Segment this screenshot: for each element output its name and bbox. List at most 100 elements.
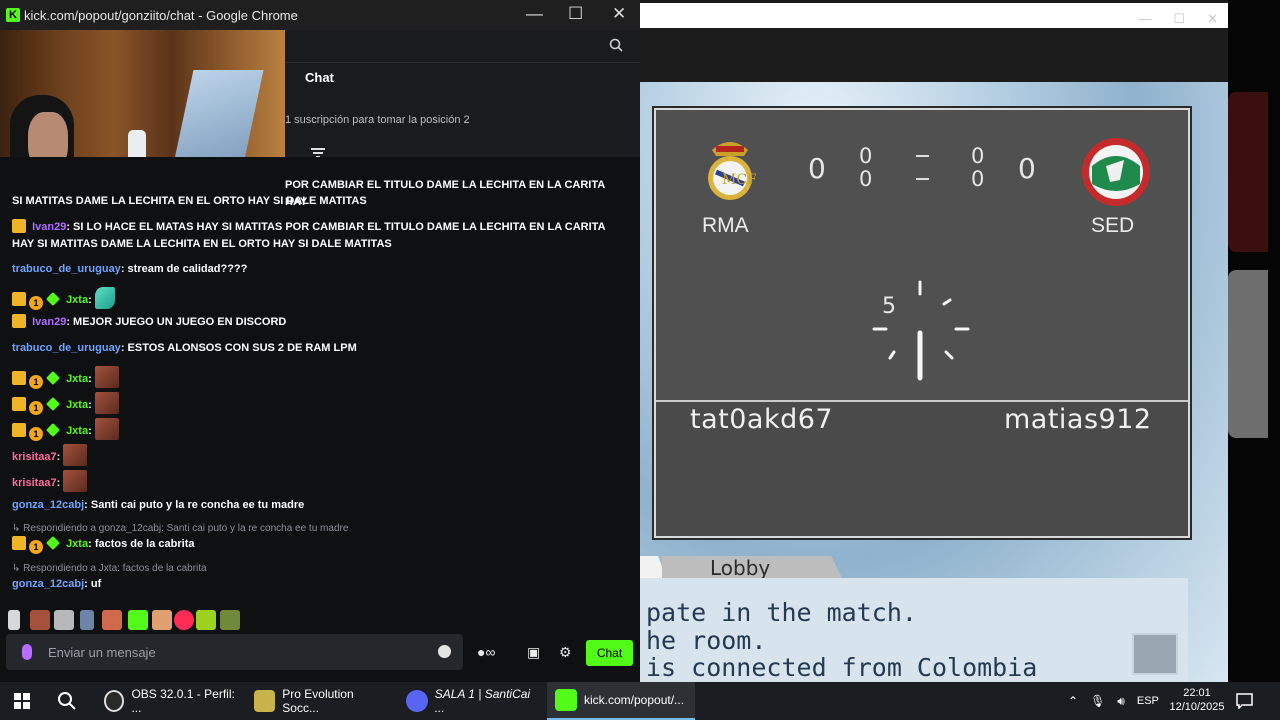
- home-team-abbr: RMA: [702, 214, 749, 237]
- sub-months-badge-icon: 1: [29, 375, 43, 389]
- scoreboard-players: tat0akd67 matias912: [656, 400, 1188, 536]
- chat-username[interactable]: gonza_12cabj: [12, 499, 84, 511]
- volume-icon[interactable]: 🔊︎: [1117, 694, 1125, 709]
- chat-username[interactable]: Ivan29: [32, 221, 66, 233]
- chat-message: Ivan29: MEJOR JUEGO UN JUEGO EN DISCORD: [12, 314, 627, 331]
- chat-message: 1 Jxta:: [12, 287, 627, 310]
- emote-icon[interactable]: [102, 610, 122, 630]
- send-chat-button[interactable]: Chat: [586, 640, 633, 666]
- chrome-titlebar[interactable]: K kick.com/popout/gonziito/chat - Google…: [0, 0, 640, 30]
- kick-icon: [555, 689, 577, 711]
- emote-icon[interactable]: [8, 610, 20, 630]
- maximize-button[interactable]: ☐: [568, 4, 583, 24]
- minimize-icon[interactable]: —: [1138, 11, 1151, 26]
- microphone-icon[interactable]: 🎙︎: [1090, 694, 1105, 708]
- player-right-name: matias912: [1004, 404, 1152, 435]
- chat-message-text: ESTOS ALONSOS CON SUS 2 DE RAM LPM: [127, 342, 357, 354]
- taskbar-item-discord[interactable]: SALA 1 | SantiCai ...: [402, 682, 542, 720]
- face-emote-icon: [94, 418, 119, 440]
- chat-header: Chat 1 suscripción para tomar la posició…: [285, 30, 640, 158]
- chat-message: 1 Jxta:: [12, 418, 627, 441]
- chat-message-text: Santi cai puto y la re concha ee tu madr…: [90, 499, 305, 511]
- quick-emote-bar: [0, 602, 640, 632]
- taskbar-item-pes[interactable]: Pro Evolution Socc...: [250, 682, 390, 720]
- scoreboard-panel: MCF RMA 0 0 0 0 0 0 SED 5 tat0akd67 mati…: [652, 106, 1192, 540]
- chat-message-text: factos de la cabrita: [94, 538, 195, 550]
- store-icon[interactable]: ▣: [527, 644, 540, 661]
- chat-username[interactable]: trabuco_de_uruguay: [12, 342, 121, 354]
- game-top-bar: [640, 28, 1228, 82]
- header-divider: [285, 62, 640, 63]
- lobby-message-line: is connected from Colombia: [646, 653, 1038, 682]
- minimize-button[interactable]: —: [526, 4, 543, 24]
- notifications-icon[interactable]: [1236, 693, 1253, 709]
- crown-badge-icon: [12, 371, 26, 385]
- background-panel: [1228, 92, 1268, 252]
- window-title: kick.com/popout/gonziito/chat - Google C…: [24, 8, 298, 23]
- emote-icon[interactable]: [30, 610, 50, 630]
- emoji-picker-icon[interactable]: [438, 645, 451, 658]
- lobby-message-line: pate in the match.: [646, 598, 917, 627]
- away-sub-score-top: 0: [971, 144, 985, 168]
- chat-username[interactable]: Jxta: [66, 373, 88, 385]
- chat-username[interactable]: Jxta: [66, 399, 88, 411]
- chat-username[interactable]: trabuco_de_uruguay: [12, 263, 121, 275]
- close-icon[interactable]: ✕: [1207, 11, 1218, 27]
- search-icon[interactable]: [609, 38, 623, 52]
- emote-icon[interactable]: [80, 610, 94, 630]
- language-indicator[interactable]: ESP: [1137, 695, 1159, 707]
- face-emote-icon: [94, 392, 119, 414]
- chat-username[interactable]: Jxta: [66, 538, 88, 550]
- chat-message-input[interactable]: [6, 634, 463, 670]
- game-window[interactable]: — ☐ ✕ MCF RMA 0 0 0 0 0 0 SED 5 tat0akd6…: [640, 0, 1228, 682]
- chat-message: trabuco_de_uruguay: stream de calidad???…: [12, 263, 248, 275]
- game-titlebar[interactable]: — ☐ ✕: [640, 3, 1228, 28]
- scoreboard-top: MCF RMA 0 0 0 0 0 0 SED 5: [656, 110, 1188, 400]
- score-separator: [916, 155, 929, 157]
- chat-title: Chat: [305, 70, 334, 85]
- emote-icon[interactable]: [220, 610, 240, 630]
- emote-icon[interactable]: [54, 610, 74, 630]
- game-background: MCF RMA 0 0 0 0 0 0 SED 5 tat0akd67 mati…: [640, 82, 1228, 682]
- emote-icon[interactable]: [196, 610, 216, 630]
- emote-icon[interactable]: [152, 610, 172, 630]
- chrome-window[interactable]: K kick.com/popout/gonziito/chat - Google…: [0, 0, 640, 682]
- chat-username[interactable]: krisitaa7: [12, 451, 57, 463]
- reply-context[interactable]: ↳ Respondiendo a Jxta: factos de la cabr…: [12, 563, 207, 574]
- feather-emote-icon: [94, 287, 115, 309]
- chat-username[interactable]: Ivan29: [32, 316, 66, 328]
- clock-time: 22:01: [1183, 687, 1211, 699]
- taskbar-item-obs[interactable]: OBS 32.0.1 - Perfil: ...: [100, 682, 238, 720]
- microphone-icon[interactable]: [22, 644, 32, 660]
- close-button[interactable]: ✕: [612, 4, 626, 24]
- reply-text: Respondiendo a gonza_12cabj: Santi cai p…: [23, 523, 349, 534]
- home-score: 0: [808, 152, 826, 185]
- chevron-up-icon[interactable]: ⌃: [1068, 694, 1078, 708]
- gem-badge-icon: [46, 397, 60, 411]
- maximize-icon[interactable]: ☐: [1173, 11, 1185, 27]
- emote-icon[interactable]: [174, 610, 194, 630]
- taskbar-item-chrome-kick[interactable]: kick.com/popout/...: [547, 682, 695, 720]
- clock[interactable]: 22:01 12/10/2025: [1166, 686, 1228, 714]
- reply-context[interactable]: ↳ Respondiendo a gonza_12cabj: Santi cai…: [12, 523, 348, 534]
- chat-username[interactable]: Jxta: [66, 294, 88, 306]
- emote-icon[interactable]: [128, 610, 148, 630]
- chat-messages[interactable]: POR CAMBIAR EL TITULO DAME LA LECHITA EN…: [0, 157, 640, 602]
- away-sub-score-bottom: 0: [971, 167, 985, 191]
- settings-gear-icon[interactable]: ⚙: [559, 644, 572, 661]
- chat-message: krisitaa7:: [12, 444, 627, 466]
- crown-badge-icon: [12, 423, 26, 437]
- face-emote-icon: [63, 444, 88, 466]
- chat-username[interactable]: gonza_12cabj: [12, 578, 84, 590]
- channel-points-icon[interactable]: ●∞: [477, 644, 495, 660]
- chat-username[interactable]: Jxta: [66, 425, 88, 437]
- chat-message-text: stream de calidad????: [127, 263, 248, 275]
- taskbar-item-label: SALA 1 | SantiCai ...: [434, 687, 531, 715]
- windows-start-icon[interactable]: [14, 693, 30, 709]
- away-team-abbr: SED: [1091, 214, 1135, 237]
- chat-username[interactable]: krisitaa7: [12, 477, 57, 489]
- taskbar-item-label: OBS 32.0.1 - Perfil: ...: [131, 687, 235, 715]
- face-emote-icon: [63, 470, 88, 492]
- search-icon[interactable]: [57, 691, 77, 711]
- chat-message-text: uf: [90, 578, 102, 590]
